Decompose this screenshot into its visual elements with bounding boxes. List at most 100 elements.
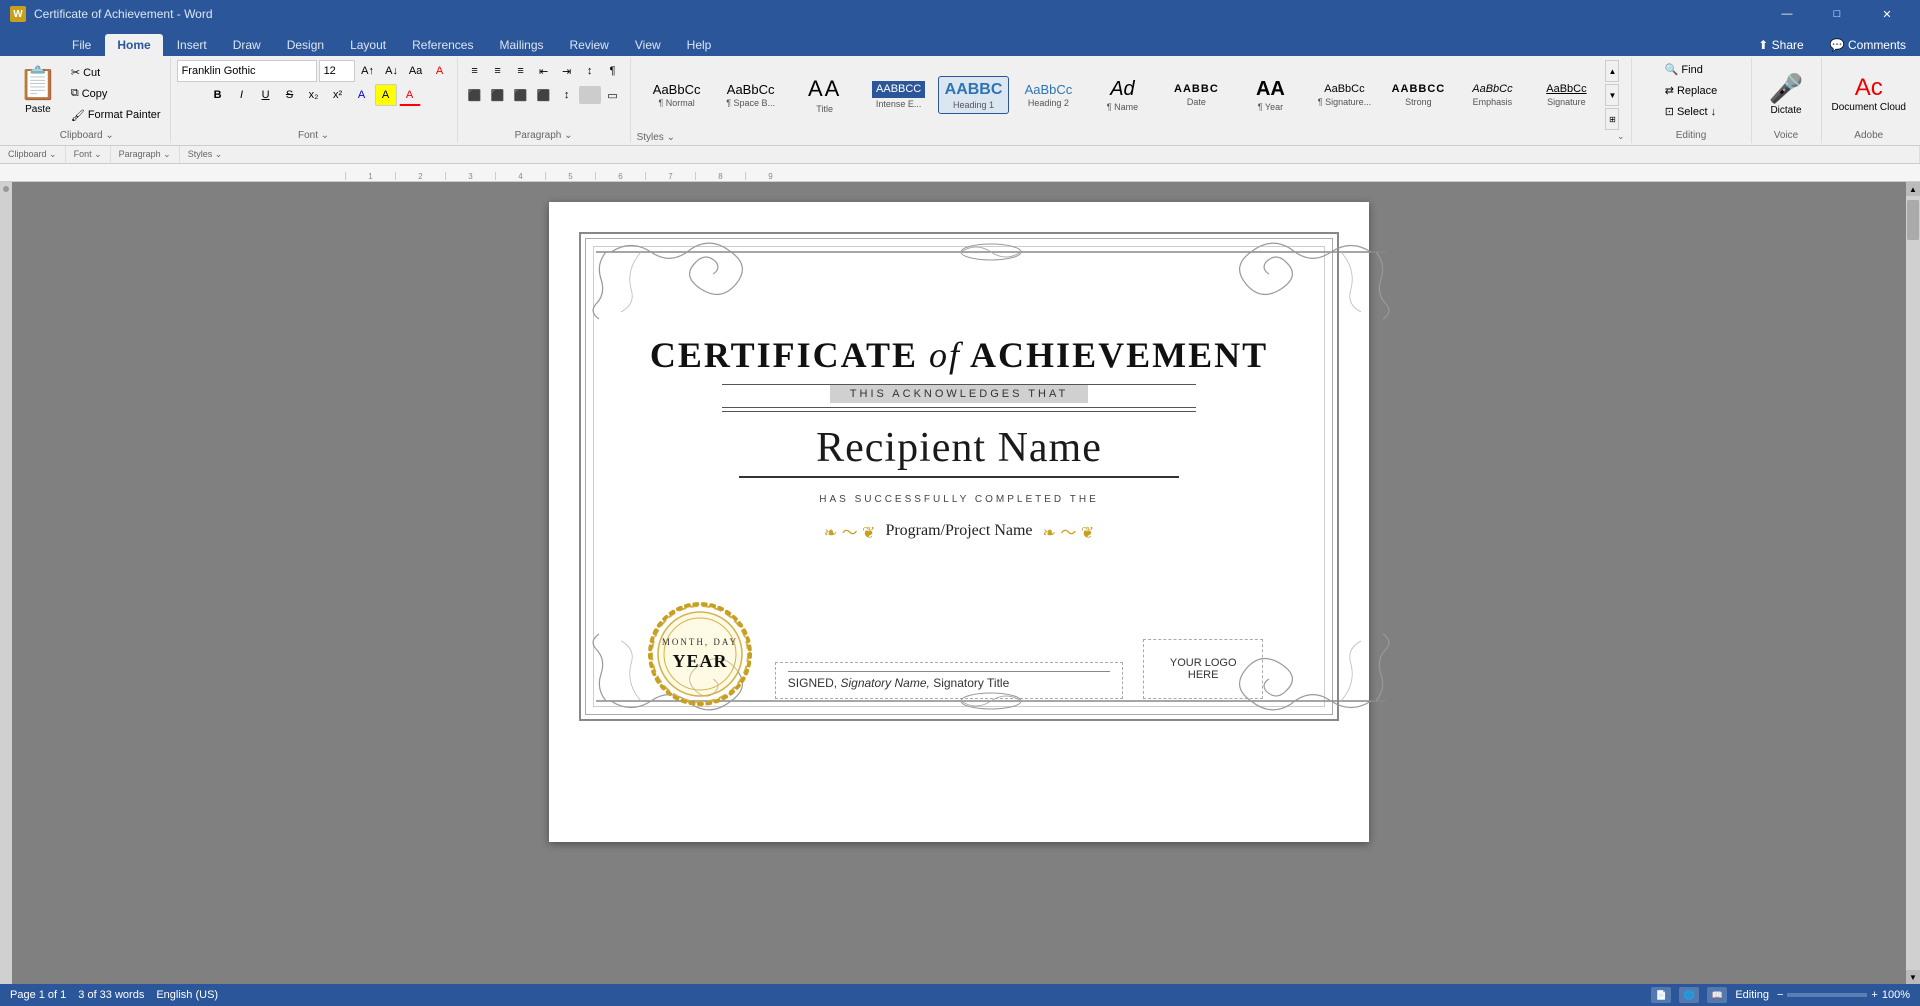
style-year[interactable]: AA ¶ Year (1235, 73, 1305, 116)
word-count[interactable]: 3 of 33 words (78, 989, 144, 1001)
cert-title[interactable]: CERTIFICATE of ACHIEVEMENT (650, 334, 1268, 376)
font-dialog[interactable]: Font ⌄ (66, 146, 111, 163)
styles-dialog-launcher[interactable]: ⌄ (1617, 131, 1625, 142)
align-left-button[interactable]: ⬛ (464, 84, 486, 106)
increase-font-button[interactable]: A↑ (357, 60, 379, 82)
tab-view[interactable]: View (623, 34, 673, 56)
decrease-indent-button[interactable]: ⇤ (533, 60, 555, 82)
style-strong[interactable]: AABBCC Strong (1383, 79, 1453, 111)
style-signature2[interactable]: AaBbCc Signature (1531, 79, 1601, 111)
right-scrollbar[interactable]: ▲ ▼ (1906, 182, 1920, 984)
close-button[interactable]: ✕ (1864, 0, 1910, 28)
scroll-thumb[interactable] (1907, 200, 1919, 240)
style-date[interactable]: AABBC Date (1161, 79, 1231, 111)
style-heading1[interactable]: AABBC Heading 1 (938, 76, 1010, 114)
font-face-input[interactable] (177, 60, 317, 82)
multilevel-button[interactable]: ≡ (510, 60, 532, 82)
cert-recipient[interactable]: Recipient Name (816, 424, 1102, 472)
align-center-button[interactable]: ⬛ (487, 84, 509, 106)
underline-button[interactable]: U (255, 84, 277, 106)
sort-button[interactable]: ↕ (579, 60, 601, 82)
style-title[interactable]: AA Title (790, 72, 860, 117)
copy-button[interactable]: ⧉ Copy (68, 86, 164, 101)
decrease-font-button[interactable]: A↓ (381, 60, 403, 82)
superscript-button[interactable]: x² (327, 84, 349, 106)
tab-layout[interactable]: Layout (338, 34, 398, 56)
align-right-button[interactable]: ⬛ (510, 84, 532, 106)
paragraph-dialog[interactable]: Paragraph ⌄ (111, 146, 180, 163)
document-cloud-button[interactable]: Ac Document Cloud (1828, 70, 1910, 118)
justify-button[interactable]: ⬛ (533, 84, 555, 106)
style-intense-emphasis[interactable]: AABBCC Intense E... (864, 77, 934, 113)
tab-mailings[interactable]: Mailings (487, 34, 555, 56)
cert-completed[interactable]: HAS SUCCESSFULLY COMPLETED THE (819, 494, 1099, 505)
text-effects-button[interactable]: A (351, 84, 373, 106)
comments-button[interactable]: 💬 Comments (1818, 34, 1918, 56)
style-normal[interactable]: AaBbCc ¶ Normal (642, 78, 712, 113)
page-info[interactable]: Page 1 of 1 (10, 989, 66, 1001)
styles-expand[interactable]: ⊞ (1605, 108, 1619, 130)
page[interactable]: CERTIFICATE of ACHIEVEMENT THIS ACKNOWLE… (549, 202, 1369, 842)
italic-button[interactable]: I (231, 84, 253, 106)
dictate-button[interactable]: 🎤 Dictate (1765, 68, 1808, 120)
scroll-up-button[interactable]: ▲ (1906, 182, 1920, 196)
line-spacing-button[interactable]: ↕ (556, 84, 578, 106)
tab-home[interactable]: Home (105, 34, 162, 56)
find-button[interactable]: 🔍 Find (1659, 60, 1709, 79)
tab-help[interactable]: Help (675, 34, 724, 56)
zoom-in-icon[interactable]: + (1871, 989, 1877, 1001)
minimize-button[interactable]: — (1764, 0, 1810, 28)
cut-button[interactable]: ✂ Cut (68, 65, 164, 80)
style-heading2[interactable]: AaBbCc Heading 2 (1013, 78, 1083, 113)
clipboard-dialog[interactable]: Clipboard ⌄ (0, 146, 66, 163)
cert-program[interactable]: Program/Project Name (885, 522, 1032, 540)
style-space-before[interactable]: AaBbCc ¶ Space B... (716, 78, 786, 113)
share-button[interactable]: ⬆ Share (1746, 34, 1815, 56)
border-button[interactable]: ▭ (602, 84, 624, 106)
styles-scroll-down[interactable]: ▼ (1605, 84, 1619, 106)
cert-logo[interactable]: YOUR LOGO HERE (1143, 639, 1263, 699)
certificate[interactable]: CERTIFICATE of ACHIEVEMENT THIS ACKNOWLE… (579, 232, 1339, 721)
text-highlight-button[interactable]: A (375, 84, 397, 106)
web-layout-button[interactable]: 🌐 (1679, 987, 1699, 1003)
strikethrough-button[interactable]: S (279, 84, 301, 106)
change-case-button[interactable]: Aa (405, 60, 427, 82)
style-name[interactable]: Ad ¶ Name (1087, 73, 1157, 116)
zoom-slider[interactable] (1787, 993, 1867, 997)
tab-references[interactable]: References (400, 34, 485, 56)
language-indicator[interactable]: English (US) (156, 989, 218, 1001)
select-button[interactable]: ⊡ Select ↓ (1659, 102, 1722, 121)
font-color-button[interactable]: A (399, 84, 421, 106)
editing-mode[interactable]: Editing (1735, 989, 1769, 1001)
tab-design[interactable]: Design (275, 34, 336, 56)
format-painter-button[interactable]: 🖌 Format Painter (68, 108, 164, 123)
tab-draw[interactable]: Draw (221, 34, 273, 56)
shading-button[interactable] (579, 86, 601, 104)
subscript-button[interactable]: x₂ (303, 84, 325, 106)
styles-dialog[interactable]: Styles ⌄ (180, 146, 1920, 163)
tab-file[interactable]: File (60, 34, 103, 56)
clear-format-button[interactable]: A (429, 60, 451, 82)
zoom-out-icon[interactable]: − (1777, 989, 1783, 1001)
font-size-input[interactable] (319, 60, 355, 82)
read-mode-button[interactable]: 📖 (1707, 987, 1727, 1003)
maximize-button[interactable]: □ (1814, 0, 1860, 28)
numbering-button[interactable]: ≡ (487, 60, 509, 82)
cert-subtitle[interactable]: THIS ACKNOWLEDGES THAT (830, 385, 1088, 403)
bold-button[interactable]: B (207, 84, 229, 106)
zoom-control[interactable]: − + 100% (1777, 989, 1910, 1001)
document-area[interactable]: CERTIFICATE of ACHIEVEMENT THIS ACKNOWLE… (12, 182, 1906, 984)
show-marks-button[interactable]: ¶ (602, 60, 624, 82)
styles-scroll-up[interactable]: ▲ (1605, 60, 1619, 82)
style-signature[interactable]: AaBbCc ¶ Signature... (1309, 79, 1379, 111)
replace-button[interactable]: ⇄ Replace (1659, 81, 1724, 100)
paste-button[interactable]: 📋 Paste (10, 60, 66, 119)
increase-indent-button[interactable]: ⇥ (556, 60, 578, 82)
print-layout-button[interactable]: 📄 (1651, 987, 1671, 1003)
bullets-button[interactable]: ≡ (464, 60, 486, 82)
style-emphasis[interactable]: AaBbCc Emphasis (1457, 79, 1527, 111)
cert-sign-area[interactable]: SIGNED, Signatory Name, Signatory Title (775, 662, 1123, 699)
scroll-down-button[interactable]: ▼ (1906, 970, 1920, 984)
tab-review[interactable]: Review (558, 34, 621, 56)
tab-insert[interactable]: Insert (165, 34, 219, 56)
